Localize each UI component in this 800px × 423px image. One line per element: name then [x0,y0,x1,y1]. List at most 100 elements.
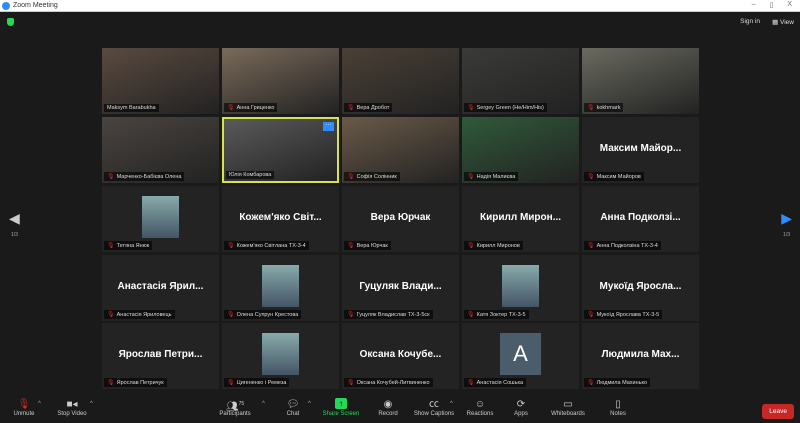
participant-display-name: Людмила Мах... [601,349,680,360]
participant-tile[interactable]: 🎙︎ kokhmark [582,48,699,114]
participant-display-name: Анна Подколзі... [600,212,681,223]
participant-display-name: Максим Майор... [599,143,682,154]
captions-caret[interactable]: ^ [450,401,453,407]
share-screen-button[interactable]: ↑ Share Screen [316,398,366,417]
participant-display-name: Анастасія Ярил... [117,281,204,292]
title-bar: Zoom Meeting – ▯ X [0,0,800,12]
view-button[interactable]: ▦ View [772,18,794,26]
more-options-button[interactable]: ··· [323,122,334,131]
window-title: Zoom Meeting [13,2,58,9]
participant-tile[interactable]: 🎙︎ Олена Супрун Крестова [222,255,339,321]
participant-tile[interactable]: 🎙︎ Марченко-Бабієва Олена [102,117,219,183]
participant-tile[interactable]: 🎙︎ Вера Дробот [342,48,459,114]
participants-icon: 👥︎75 [225,401,245,413]
muted-mic-icon: 🎙︎ [467,105,475,111]
participant-tile[interactable]: Анастасія Ярил... 🎙︎ Анастасія Яриловець [102,255,219,321]
unmute-button[interactable]: 🎙︎ Unmute [0,398,49,417]
participant-tile[interactable]: 🎙︎ Тетяна Янюк [102,186,219,252]
participant-tile[interactable]: 🎙︎ Sergey Green (He/Him/His) [462,48,579,114]
sign-in-button[interactable]: Sign in [740,18,760,25]
participant-tile[interactable]: Анна Подколзі... 🎙︎ Анна Подколзіна ТХ-3-4 [582,186,699,252]
participant-tile[interactable]: Вера Юрчак 🎙︎ Вера Юрчак [342,186,459,252]
close-button[interactable]: X [787,1,792,9]
participant-name-label: 🎙︎ Максим Майоров [584,172,644,181]
record-label: Record [378,411,398,417]
share-screen-label: Share Screen [322,411,360,417]
participant-name-label: 🎙︎ Кожем'яко Світлана ТХ-3-4 [224,241,309,250]
apps-icon: ⟳ [516,399,526,410]
participant-name: Тетяна Янюк [116,242,150,249]
participant-tile[interactable]: Мукоїд Яросла... 🎙︎ Мукоїд Ярослава ТХ-3-5 [582,255,699,321]
participant-tile[interactable]: Maksym Barabukha [102,48,219,114]
participant-name-label: 🎙︎ Олена Супрун Крестова [224,310,302,319]
participant-name: Людмила Махинько [596,379,648,386]
participant-tile[interactable]: 🎙︎ Цигененко і Ремеза [222,323,339,389]
muted-mic-icon: 🎙︎ [587,380,595,386]
muted-microphone-icon: 🎙︎ [17,399,31,410]
whiteboards-button[interactable]: ▭ Whiteboards [543,398,593,417]
participant-name-label: 🎙︎ Анастасія Сошька [464,378,527,387]
participant-tile[interactable]: Оксана Кочубе... 🎙︎ Оксана Кочубей-Литвине… [342,323,459,389]
participant-tile[interactable]: Людмила Мах... 🎙︎ Людмила Махинько [582,323,699,389]
next-page-arrow-icon[interactable]: ▶ [781,210,792,227]
participant-tile[interactable]: 🎙︎ Софія Солінник [342,117,459,183]
participant-name-label: 🎙︎ Тетяна Янюк [104,241,153,250]
muted-mic-icon: 🎙︎ [227,243,235,249]
page-indicator-left: 1/3 [11,232,18,238]
participant-name-label: 🎙︎ Софія Солінник [344,172,400,181]
maximize-button[interactable]: ▯ [769,1,773,9]
notes-button[interactable]: ▯ Notes [593,398,643,417]
unmute-label: Unmute [13,411,35,417]
participant-name: Sergey Green (He/Him/His) [476,104,544,111]
video-options-caret[interactable]: ^ [90,401,93,407]
participant-tile[interactable]: 🎙︎ Надія Малиєва [462,117,579,183]
minimize-button[interactable]: – [752,1,756,9]
participant-name: Катя Зоктер ТХ-3-5 [476,311,526,318]
participant-profile-picture [142,196,179,238]
participant-name-label: 🎙︎ Надія Малиєва [464,172,519,181]
share-screen-icon: ↑ [335,398,347,409]
participant-tile[interactable]: 🎙︎ Анна Гриценко [222,48,339,114]
participant-tile[interactable]: A 🎙︎ Анастасія Сошька [462,323,579,389]
participant-name: Юлія Комбарова [229,172,272,178]
participant-tile[interactable]: 🎙︎ Катя Зоктер ТХ-3-5 [462,255,579,321]
audio-options-caret[interactable]: ^ [38,401,41,407]
participant-tile[interactable]: Гуцуляк Влади... 🎙︎ Гуцуляк Владислав ТХ-3… [342,255,459,321]
security-shield-icon[interactable] [7,18,14,26]
apps-label: Apps [514,411,528,417]
notes-label: Notes [610,411,626,417]
participant-name: Анастасія Яриловець [116,311,172,318]
participant-name: Надія Малиєва [476,173,516,180]
participants-button[interactable]: 👥︎75 Participants [210,398,260,417]
record-icon: ◉ [383,399,393,410]
participant-name: Софія Солінник [356,173,397,180]
participant-name-label: 🎙︎ Анна Гриценко [224,103,278,112]
muted-mic-icon: 🎙︎ [467,174,475,180]
previous-page-arrow-icon[interactable]: ◀ [9,210,20,227]
participant-display-name: Ярослав Петри... [118,349,203,360]
record-button[interactable]: ◉ Record [363,398,413,417]
notes-icon: ▯ [615,399,621,410]
chat-label: Chat [286,411,300,417]
participant-tile[interactable]: Кирилл Мирон... 🎙︎ Кирилл Миронов [462,186,579,252]
leave-button[interactable]: Leave [762,404,794,419]
participant-name-label: 🎙︎ Ярослав Петричук [104,378,167,387]
participant-tile[interactable]: Ярослав Петри... 🎙︎ Ярослав Петричук [102,323,219,389]
video-camera-icon: ■◂ [66,399,78,410]
participant-tile[interactable]: ··· Юлія Комбарова [222,117,339,183]
view-label: View [780,19,794,26]
top-bar: Sign in ▦ View [0,12,800,32]
participant-tile[interactable]: Кожем'яко Світ... 🎙︎ Кожем'яко Світлана ТХ… [222,186,339,252]
participants-caret[interactable]: ^ [262,401,265,407]
muted-mic-icon: 🎙︎ [107,243,115,249]
apps-button[interactable]: ⟳ Apps [496,398,546,417]
muted-mic-icon: 🎙︎ [347,174,355,180]
muted-mic-icon: 🎙︎ [347,380,355,386]
muted-mic-icon: 🎙︎ [467,380,475,386]
muted-mic-icon: 🎙︎ [227,312,235,318]
participant-tile[interactable]: Максим Майор... 🎙︎ Максим Майоров [582,117,699,183]
chat-caret[interactable]: ^ [308,401,311,407]
participant-name: Анастасія Сошька [476,379,524,386]
participant-name: Максим Майоров [596,173,641,180]
participant-name: Олена Супрун Крестова [236,311,299,318]
